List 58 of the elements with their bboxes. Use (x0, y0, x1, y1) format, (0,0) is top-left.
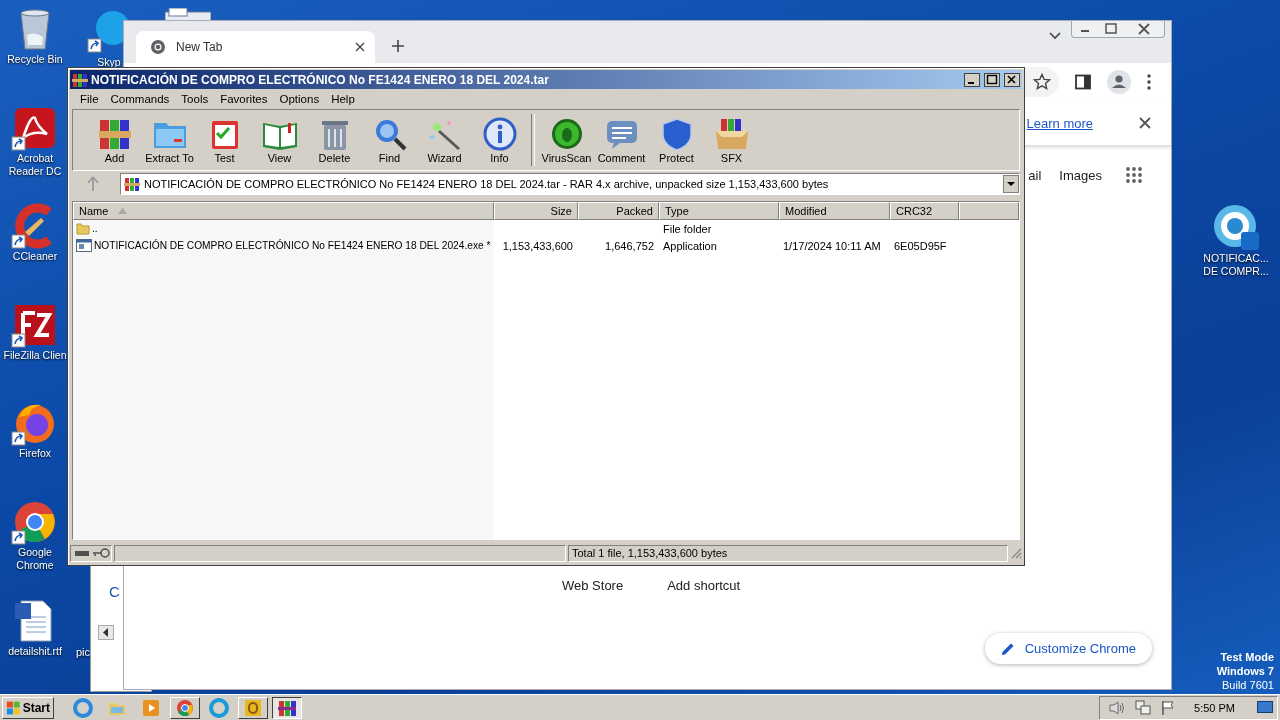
table-cell: 1/17/2024 10:11 AM (783, 239, 881, 252)
table-cell: Application (663, 239, 717, 252)
menu-item[interactable]: Options (273, 93, 326, 105)
column-header[interactable]: Modified (779, 202, 890, 220)
table-cell[interactable]: NOTIFICACIÓN DE COMPRO ELECTRÓNICO No FE1424 ENERO 18 DEL 2024.exe * (94, 240, 491, 251)
shortcut-label[interactable]: Add shortcut (667, 578, 741, 593)
start-button[interactable]: Start (2, 696, 54, 719)
toolbar-button[interactable]: Find (362, 114, 417, 166)
toolbar-button[interactable]: SFX (704, 114, 759, 166)
toolbar-button[interactable]: View (252, 114, 307, 166)
icon-label: NOTIFICAC... DE COMPR... (1202, 252, 1270, 278)
table-cell: 6E05D95F (894, 239, 947, 252)
icon-label: CCleaner (12, 250, 58, 264)
toolbar-button[interactable]: Info (472, 114, 527, 166)
toolbar-button[interactable]: VirusScan (539, 114, 594, 166)
icon-label: Recycle Bin (7, 53, 63, 66)
column-header[interactable]: Size (494, 202, 578, 220)
clock: 5:50 PM (1194, 701, 1235, 714)
browser-tab[interactable]: New Tab (136, 31, 375, 63)
icon-label: detailshit.rtf (8, 644, 62, 658)
shortcut-label[interactable]: Web Store (562, 578, 624, 593)
fragment-text: C (109, 583, 120, 600)
system-note: Build 7601 (1222, 678, 1274, 692)
table-cell[interactable]: .. (92, 223, 98, 234)
icon-label: pic (76, 646, 91, 658)
status-text: Total 1 file, 1,153,433,600 bytes (568, 544, 1008, 562)
toolbar-button[interactable]: Comment (594, 114, 649, 166)
system-note: Windows 7 (1216, 664, 1274, 678)
icon-label: Google Chrome (15, 545, 55, 572)
header-link[interactable]: ail (1028, 167, 1042, 183)
icon-label: Firefox (18, 447, 52, 461)
menu-item[interactable]: Help (325, 93, 361, 105)
path-field[interactable]: NOTIFICACIÓN DE COMPRO ELECTRÓNICO No FE1424 ENERO 18 DEL 2024.tar - RAR 4.x archive, unpacked size 1,153,433,600 bytes (120, 173, 1020, 195)
column-header[interactable]: Type (659, 202, 779, 220)
column-header[interactable]: Packed (578, 202, 659, 220)
menu-item[interactable]: Favorites (214, 93, 274, 105)
column-header[interactable]: Name (73, 202, 494, 220)
icon-label: Skyp (97, 56, 121, 69)
toolbar-button[interactable]: Extract To (142, 114, 197, 166)
table-cell: 1,646,752 (605, 239, 654, 252)
toolbar-button[interactable]: Add (87, 114, 142, 166)
toolbar-button[interactable]: Protect (649, 114, 704, 166)
toolbar-button[interactable]: Wizard (417, 114, 472, 166)
table-cell: 1,153,433,600 (502, 239, 573, 252)
system-note: Test Mode (1220, 650, 1274, 664)
learn-more-link[interactable]: Learn more (1026, 115, 1093, 131)
toolbar-button[interactable]: Test (197, 114, 252, 166)
menu-item[interactable]: File (74, 93, 105, 105)
customize-button[interactable]: Customize Chrome (984, 633, 1152, 664)
toolbar-button[interactable]: Delete (307, 114, 362, 166)
header-link[interactable]: Images (1059, 167, 1102, 183)
table-cell: File folder (663, 222, 712, 235)
icon-label: FileZilla Clien (3, 348, 67, 362)
window-title: NOTIFICACIÓN DE COMPRO ELECTRÓNICO No FE1424 ENERO 18 DEL 2024.tar (91, 72, 549, 87)
menu-item[interactable]: Tools (175, 93, 215, 105)
icon-label: Acrobat Reader DC (7, 151, 63, 178)
menu-item[interactable]: Commands (104, 93, 176, 105)
column-header[interactable]: CRC32 (890, 202, 959, 220)
